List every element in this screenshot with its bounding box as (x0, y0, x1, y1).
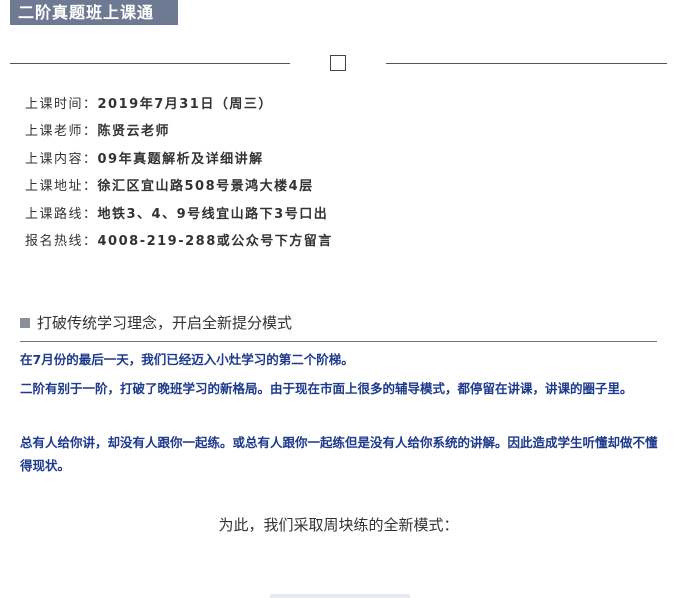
info-value: 地铁3、4、9号线宜山路下3号口出 (97, 206, 329, 222)
section-title: 打破传统学习理念，开启全新提分模式 (37, 314, 293, 332)
closing-line: 为此，我们采取周块练的全新模式： (218, 516, 459, 534)
paragraph-1: 在7月份的最后一天，我们已经迈入小灶学习的第二个阶梯。 (20, 352, 354, 367)
square-bullet-icon (20, 318, 30, 328)
info-label: 上课老师： (25, 124, 98, 140)
info-value: 2019年7月31日（周三） (97, 97, 273, 112)
info-row-route: 上课路线：地铁3、4、9号线宜山路下3号口出 (25, 204, 333, 231)
info-label: 上课时间： (25, 97, 98, 112)
info-label: 上课内容： (25, 151, 98, 167)
info-value: 4008-219-288或公众号下方留言 (97, 233, 333, 249)
section-header: 打破传统学习理念，开启全新提分模式 (20, 312, 657, 336)
class-info-list: 上课时间：2019年7月31日（周三） 上课老师：陈贤云老师 上课内容：09年真… (25, 94, 333, 258)
info-row-time: 上课时间：2019年7月31日（周三） (25, 94, 333, 121)
info-row-address: 上课地址：徐汇区宜山路508号景鸿大楼4层 (25, 176, 333, 203)
info-row-content: 上课内容：09年真题解析及详细讲解 (25, 149, 333, 176)
info-label: 上课地址： (25, 179, 98, 195)
info-row-hotline: 报名热线：4008-219-288或公众号下方留言 (25, 231, 333, 258)
info-value: 徐汇区宜山路508号景鸿大楼4层 (97, 179, 314, 195)
paragraph-2: 二阶有别于一阶，打破了晚班学习的新格局。由于现在市面上很多的辅导模式，都停留在讲… (20, 381, 633, 396)
divider-line-right (386, 63, 667, 64)
info-value: 陈贤云老师 (97, 124, 171, 140)
info-label: 上课路线： (25, 206, 98, 222)
divider-line-left (10, 63, 290, 64)
info-value: 09年真题解析及详细讲解 (97, 151, 264, 167)
section-divider (20, 341, 657, 342)
square-outline-icon (330, 55, 346, 71)
image-placeholder-edge (270, 594, 410, 598)
paragraph-3: 总有人给你讲，却没有人跟你一起练。或总有人跟你一起练但是没有人给你系统的讲解。因… (20, 435, 658, 473)
page-title-tag: 二阶真题班上课通 (10, 0, 178, 25)
info-row-teacher: 上课老师：陈贤云老师 (25, 121, 333, 148)
info-label: 报名热线： (25, 233, 98, 249)
